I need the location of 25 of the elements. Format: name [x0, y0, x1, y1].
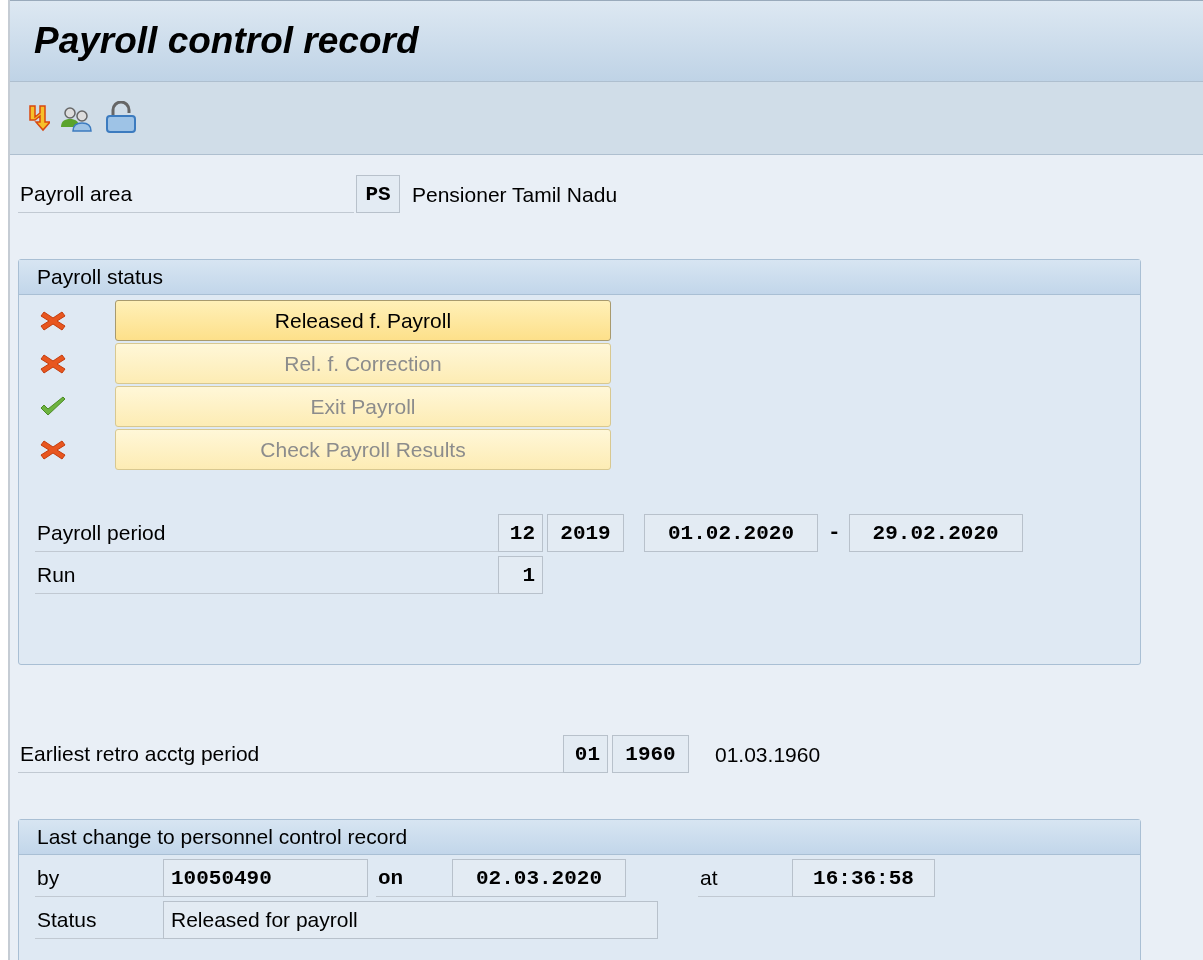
run-field[interactable]: 1 — [498, 556, 543, 594]
field-label: Payroll area — [18, 182, 354, 213]
year-field[interactable]: 1960 — [612, 735, 689, 773]
field-label: Run — [35, 563, 498, 594]
separator: - — [827, 521, 842, 546]
date-field[interactable]: 29.02.2020 — [848, 514, 1023, 552]
year-field[interactable]: 2019 — [547, 514, 624, 552]
area-name: Pensioner Tamil Nadu — [412, 183, 618, 208]
field-label: Earliest retro acctg period — [18, 742, 563, 773]
group-title: Payroll status — [37, 265, 164, 289]
date-field[interactable]: 02.03.2020 — [452, 859, 626, 897]
lock-icon[interactable] — [104, 101, 138, 135]
retro-date: 01.03.1960 — [715, 743, 821, 768]
time-field[interactable]: 16:36:58 — [792, 859, 935, 897]
status-field[interactable]: Released for payroll — [163, 901, 658, 939]
period-field[interactable]: 01 — [563, 735, 608, 773]
field-label: Payroll period — [35, 521, 498, 552]
user-field[interactable]: 10050490 — [163, 859, 368, 897]
window-title: Payroll control record — [34, 20, 419, 62]
arrows-icon[interactable] — [28, 103, 50, 133]
code-field[interactable]: PS — [356, 175, 400, 213]
group-title: Last change to personnel control record — [37, 825, 408, 849]
status-button[interactable]: Released f. Payroll — [115, 300, 611, 341]
period-field[interactable]: 12 — [498, 514, 543, 552]
date-field[interactable]: 01.02.2020 — [644, 514, 818, 552]
